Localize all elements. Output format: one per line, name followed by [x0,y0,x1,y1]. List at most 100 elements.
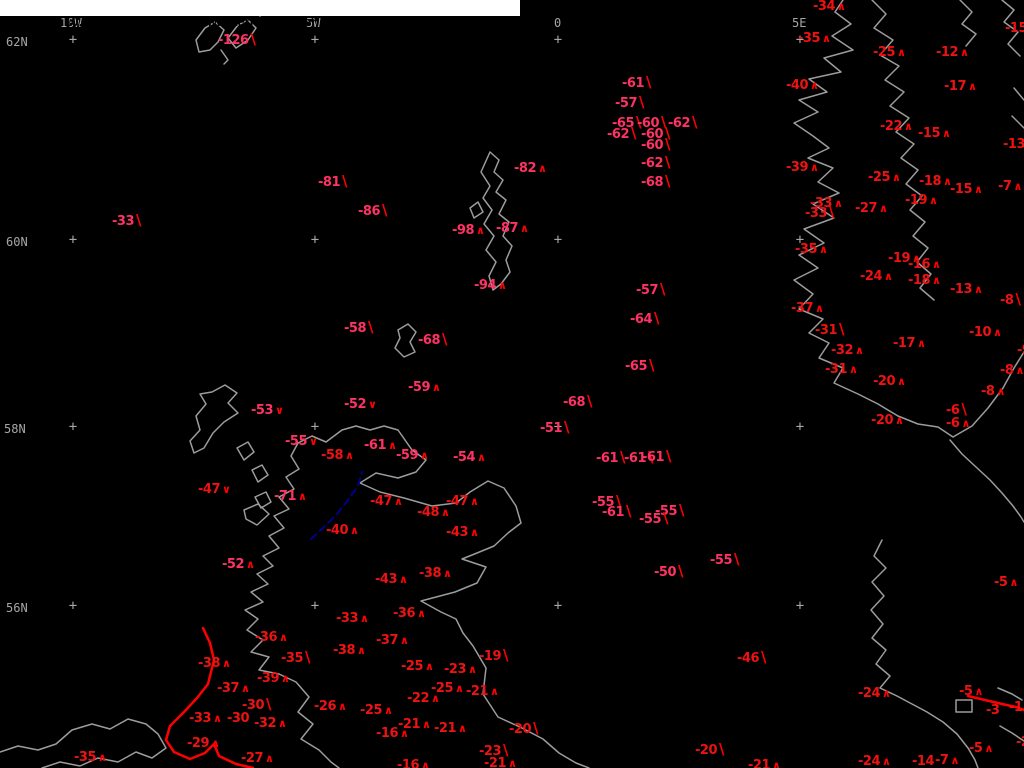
grid-cross: + [310,32,320,49]
coastline [870,539,979,768]
pressure-tendency-value: -59 [396,448,419,463]
tendency-symbol: ∧ [974,283,983,296]
tendency-symbol: ∧ [278,717,287,730]
station-report: -20 ∧ [873,374,906,389]
tendency-symbol: \ [665,172,670,190]
pressure-tendency-value: -25 [868,170,891,185]
pressure-tendency-value: -7 [998,179,1012,194]
tendency-symbol: ∧ [350,524,359,537]
pressure-tendency-value: -47 [198,482,221,497]
pressure-tendency-value: -58 [321,448,344,463]
tendency-symbol: ∧ [241,682,250,695]
lat-label: 56N [6,601,28,615]
station-report: -61 \ [602,504,631,521]
pressure-tendency-value: -21 [466,684,489,699]
tendency-symbol: ∧ [996,385,1005,398]
tendency-symbol: ∧ [357,644,366,657]
pressure-tendency-value: -6 [946,416,960,431]
tendency-symbol: ∧ [425,660,434,673]
station-report: -18 ∧ [908,273,941,288]
tendency-symbol: ∧ [882,687,891,700]
tendency-symbol: ∧ [897,375,906,388]
station-report: -68 \ [563,394,592,411]
tendency-symbol: ∧ [1009,576,1018,589]
station-report: -27 ∧ [241,751,274,766]
tendency-symbol: ∧ [98,751,107,764]
tendency-symbol: \ [503,741,508,759]
station-report: -22 ∧ [407,691,440,706]
station-report: -37 ∧ [791,301,824,316]
tendency-symbol: ∧ [834,197,843,210]
station-report: -37 ∧ [217,681,250,696]
coastline [254,491,272,509]
station-report: -47 ∧ [446,494,479,509]
grid-cross: + [310,419,320,436]
tendency-symbol: ∧ [432,381,441,394]
tendency-symbol: ∧ [932,274,941,287]
station-report: -68 \ [641,172,670,191]
tendency-symbol: \ [665,135,670,153]
pressure-tendency-value: -55 [285,434,308,449]
tendency-symbol: ∧ [360,612,369,625]
station-report: -57 \ [636,282,665,299]
station-report: -16 ∧ [397,758,430,768]
station-report: -35 ∧ [74,750,107,765]
tendency-symbol: ∧ [400,727,409,740]
station-report: -36 ∧ [255,630,288,645]
station-report: -6 ∧ [946,416,970,431]
tendency-symbol: ∧ [338,700,347,713]
pressure-tendency-value: -16 [376,726,399,741]
station-report: -30 [227,711,250,726]
tendency-symbol: \ [719,740,724,758]
pressure-tendency-value: -48 [417,505,440,520]
pressure-tendency-value: -18 [908,273,931,288]
station-report: -25 ∧ [401,659,434,674]
tendency-symbol: ∧ [298,490,307,503]
station-report: -64 \ [630,311,659,328]
pressure-tendency-value: -21 [484,756,507,768]
tendency-symbol: \ [961,400,967,418]
station-report: -1 [1009,700,1023,715]
station-report: -98 ∧ [452,223,485,238]
tendency-symbol: ∧ [849,363,858,376]
station-report: -38 ∧ [333,643,366,658]
station-report: -20 ∧ [871,413,904,428]
pressure-tendency-value: -5 [994,575,1008,590]
pressure-tendency-value: -24 [858,686,881,701]
pressure-tendency-value: -25 [360,703,383,718]
tendency-symbol: \ [639,93,644,111]
tendency-symbol: ∧ [904,120,913,133]
pressure-tendency-value: -46 [737,651,760,666]
station-report: -55 \ [710,552,739,569]
station-report: -62 \ [641,155,670,172]
pressure-tendency-value: -8 [1000,293,1014,308]
station-report: -23 ∧ [444,662,477,677]
tendency-symbol: ∨ [309,435,318,448]
station-report: -34 ∧ [813,0,846,14]
tendency-symbol: ∧ [508,757,517,768]
tendency-symbol: ∧ [810,161,819,174]
station-report: -25 ∧ [873,45,906,60]
tendency-symbol: ∧ [968,80,977,93]
station-report: -38 ∧ [198,656,231,671]
pressure-tendency-value: -39 [786,160,809,175]
tendency-symbol: \ [503,646,508,664]
tendency-symbol: \ [442,330,447,348]
station-report: -50 \ [654,564,683,581]
station-report: -54 ∧ [453,450,486,465]
station-report: -61 \ [596,450,625,467]
pressure-tendency-value: -33 [189,711,212,726]
pressure-tendency-value: -26 [314,699,337,714]
station-report: -55 ∨ [285,434,318,449]
station-report: -62 \ [607,126,636,143]
pressure-tendency-value: -35 [281,651,304,666]
pressure-tendency-value: -16 [397,758,420,768]
station-report: -8 ∧ [1000,363,1024,378]
station-report: -31 \ [815,322,844,339]
coastline [1011,115,1024,129]
title-text: FRE 02.10.09 21:00 UTC Bodenwettermeldun… [16,14,516,29]
tendency-symbol: \ [646,73,651,91]
tendency-symbol: \ [564,418,569,436]
station-report: -14 [912,754,935,768]
pressure-tendency-value: -39 [257,671,280,686]
